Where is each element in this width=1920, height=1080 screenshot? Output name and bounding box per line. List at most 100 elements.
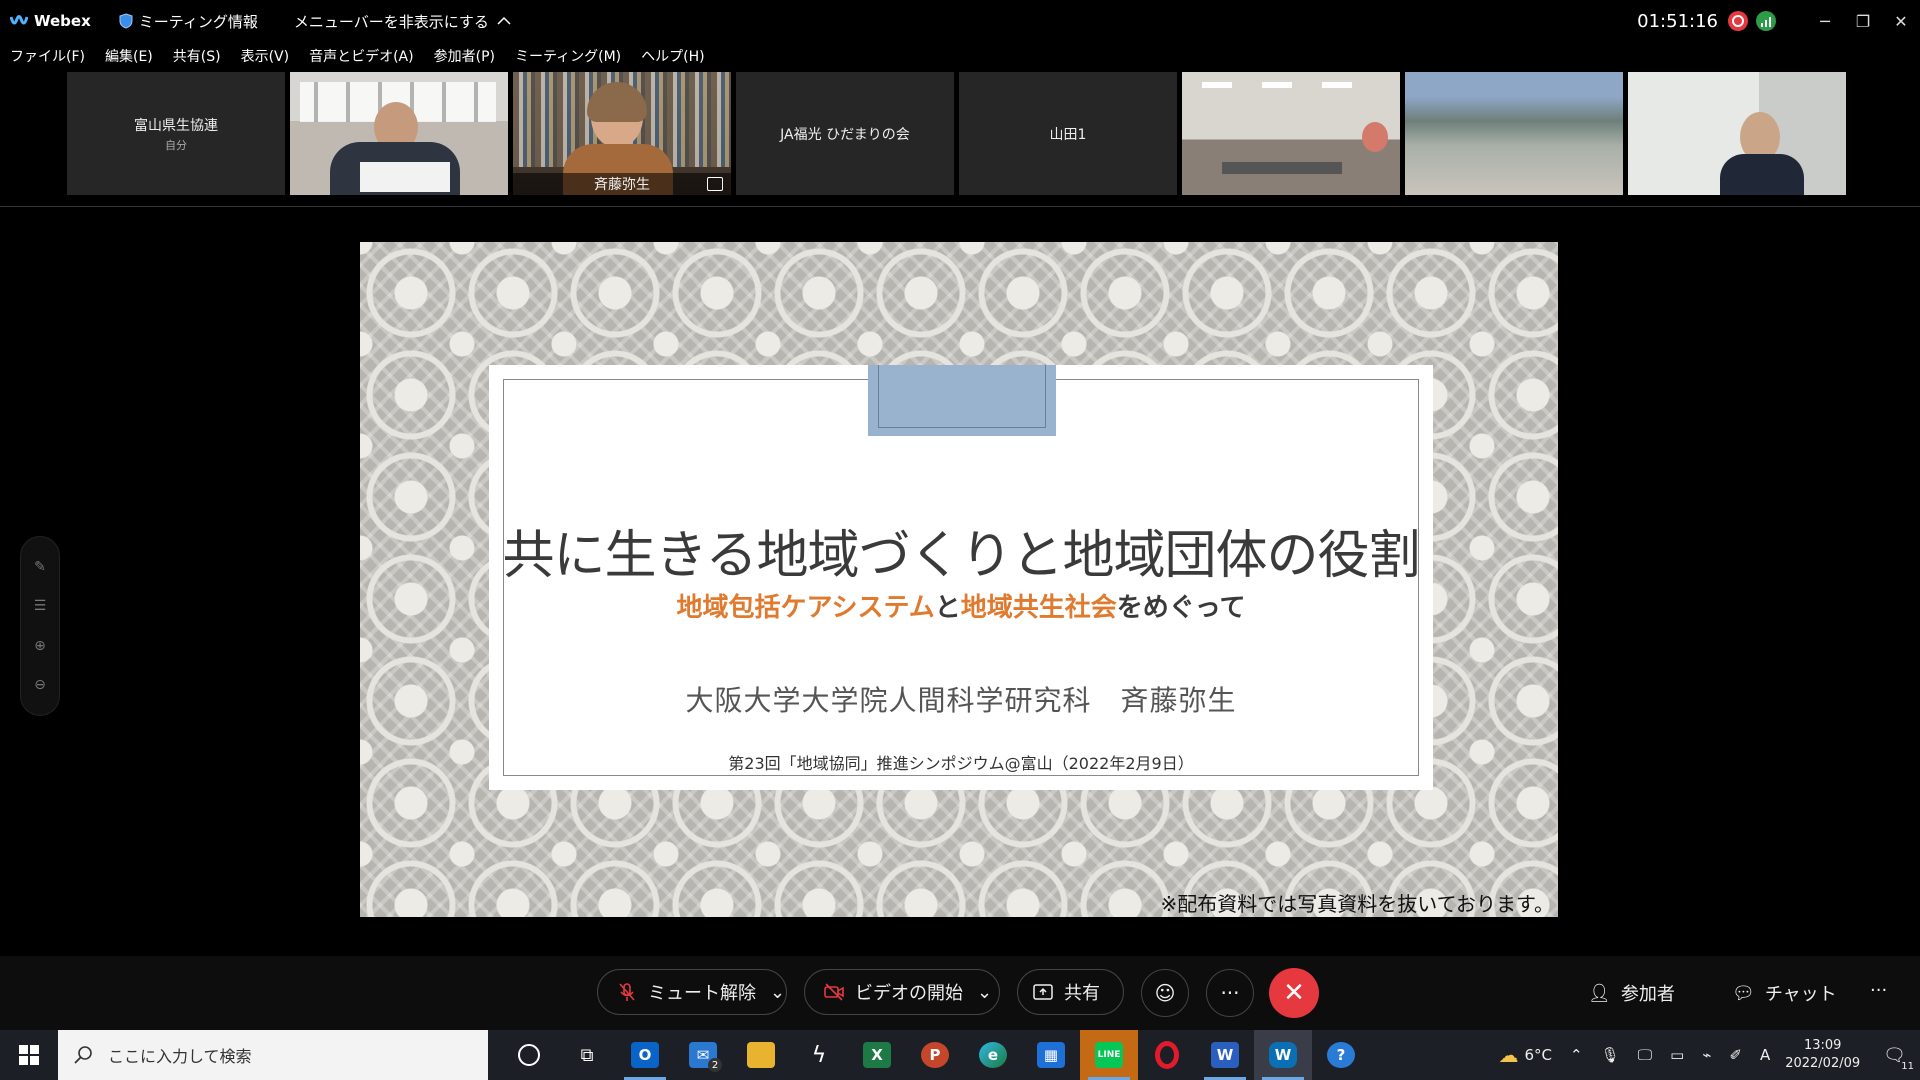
hide-menubar-button[interactable]: メニューバーを非表示にする xyxy=(294,11,511,32)
edge-app[interactable]: e xyxy=(964,1030,1022,1080)
meeting-info-label: ミーティング情報 xyxy=(138,12,258,31)
word-app[interactable]: W xyxy=(1196,1030,1254,1080)
webex-logo-icon xyxy=(10,15,28,25)
mail-app[interactable]: ✉ 2 xyxy=(674,1030,732,1080)
chevron-up-icon xyxy=(497,16,511,25)
shield-icon xyxy=(119,13,133,29)
cloud-sun-icon: ☁ xyxy=(1498,1043,1519,1067)
smiley-icon: ☺ xyxy=(1154,981,1176,1005)
close-icon: ✕ xyxy=(1283,978,1305,1008)
pen-icon[interactable]: ✐ xyxy=(1729,1046,1742,1064)
menu-file[interactable]: ファイル(F) xyxy=(10,46,85,68)
annotation-toolbar: ✎ ☰ ⊕ ⊖ xyxy=(20,536,60,716)
webex-app[interactable]: W xyxy=(1254,1030,1312,1080)
chat-bubble-icon: 💬︎ xyxy=(1732,982,1755,1004)
app-name: Webex xyxy=(34,12,91,30)
minimize-icon[interactable]: ─ xyxy=(1806,5,1844,37)
participant-tile[interactable]: JA福光 ひだまりの会 xyxy=(736,72,954,195)
meeting-info-button[interactable]: ミーティング情報 xyxy=(119,11,258,32)
recording-icon[interactable] xyxy=(1728,11,1748,31)
excel-app[interactable]: X xyxy=(848,1030,906,1080)
zoom-in-icon[interactable]: ⊕ xyxy=(32,638,48,654)
menu-bar: ファイル(F) 編集(E) 共有(S) 表示(V) 音声とビデオ(A) 参加者(… xyxy=(0,46,715,68)
participant-tile[interactable]: 山田1 xyxy=(959,72,1177,195)
video-feed xyxy=(1628,72,1846,195)
chevron-up-icon[interactable]: ⌃ xyxy=(1570,1046,1583,1064)
shared-content-stage: 共に生きる地域づくりと地域団体の役割 地域包括ケアシステムと地域共生社会をめぐっ… xyxy=(0,206,1920,954)
participant-name: 斉藤弥生 xyxy=(594,177,650,193)
calendar-icon: ▦ xyxy=(1037,1042,1065,1068)
participant-video-tile[interactable] xyxy=(1405,72,1623,195)
powerpoint-app[interactable]: P xyxy=(906,1030,964,1080)
title-bar: Webex ミーティング情報 メニューバーを非表示にする 01:51:16 ─ … xyxy=(0,0,1920,42)
share-button[interactable]: 共有 xyxy=(1017,969,1124,1015)
battery-icon[interactable]: ▭ xyxy=(1670,1046,1684,1064)
menu-share[interactable]: 共有(S) xyxy=(173,46,221,68)
display-icon[interactable]: 🖵 xyxy=(1638,1046,1652,1064)
menu-participants[interactable]: 参加者(P) xyxy=(434,46,495,68)
menu-view[interactable]: 表示(V) xyxy=(241,46,290,68)
weather-temp: 6°C xyxy=(1524,1046,1553,1064)
calendar-app[interactable]: ▦ xyxy=(1022,1030,1080,1080)
remote-control-icon[interactable]: ☰ xyxy=(32,598,48,614)
more-options-button[interactable]: ··· xyxy=(1206,969,1254,1017)
line-icon: LINE xyxy=(1095,1042,1123,1068)
webex-icon: W xyxy=(1269,1042,1297,1068)
start-button[interactable] xyxy=(0,1030,58,1080)
start-video-button[interactable]: ビデオの開始 ⌄ xyxy=(804,969,1000,1015)
annotate-icon[interactable]: ✎ xyxy=(32,559,48,575)
chat-panel-button[interactable]: 💬︎ チャット xyxy=(1732,980,1837,1006)
participant-tile[interactable]: 富山県生協連 自分 xyxy=(67,72,285,195)
task-view-button[interactable]: ⧉ xyxy=(558,1030,616,1080)
reactions-button[interactable]: ☺ xyxy=(1141,969,1189,1017)
menu-edit[interactable]: 編集(E) xyxy=(105,46,153,68)
opera-app[interactable] xyxy=(1138,1030,1196,1080)
notification-center[interactable]: 🗨︎ 11 xyxy=(1883,1045,1914,1072)
help-app[interactable]: ? xyxy=(1312,1030,1370,1080)
cortana-button[interactable] xyxy=(500,1030,558,1080)
folder-icon xyxy=(747,1042,775,1068)
microphone-icon[interactable]: 🎙︎ xyxy=(1601,1046,1620,1064)
subtitle-tail: をめぐって xyxy=(1116,593,1246,623)
outlook-app[interactable]: O xyxy=(616,1030,674,1080)
participant-video-tile[interactable] xyxy=(1182,72,1400,195)
participant-video-tile-active[interactable]: 斉藤弥生 xyxy=(513,72,731,195)
restore-icon[interactable]: ❐ xyxy=(1844,5,1882,37)
task-view-icon: ⧉ xyxy=(580,1044,594,1066)
network-icon[interactable]: ⌁ xyxy=(1702,1046,1711,1064)
ime-indicator[interactable]: A xyxy=(1760,1046,1770,1064)
help-icon: ? xyxy=(1327,1042,1355,1068)
participant-video-tile[interactable] xyxy=(290,72,508,195)
line-app[interactable]: LINE xyxy=(1080,1030,1138,1080)
chevron-down-icon[interactable]: ⌄ xyxy=(770,982,785,1003)
menu-help[interactable]: ヘルプ(H) xyxy=(641,46,704,68)
zoom-out-icon[interactable]: ⊖ xyxy=(32,677,48,693)
file-explorer-app[interactable] xyxy=(732,1030,790,1080)
clock-time: 13:09 xyxy=(1803,1038,1842,1053)
participant-video-tile[interactable] xyxy=(1628,72,1846,195)
app-logo: Webex xyxy=(10,12,91,30)
video-feed xyxy=(1405,72,1623,195)
taskbar-clock[interactable]: 13:09 2022/02/09 xyxy=(1785,1037,1860,1073)
participant-name: 山田1 xyxy=(1049,126,1087,143)
cortana-icon xyxy=(518,1044,540,1066)
meeting-controls: ミュート解除 ⌄ ビデオの開始 ⌄ 共有 ☺ ··· ✕ 👤︎ 参加者 💬︎ チ… xyxy=(0,956,1920,1030)
video-off-icon xyxy=(824,983,844,1001)
lightning-icon: ϟ xyxy=(811,1042,827,1068)
menu-meeting[interactable]: ミーティング(M) xyxy=(515,46,621,68)
chevron-down-icon[interactable]: ⌄ xyxy=(977,982,992,1003)
power-automate-app[interactable]: ϟ xyxy=(790,1030,848,1080)
video-feed xyxy=(290,72,508,195)
panel-more-button[interactable]: ··· xyxy=(1870,980,1887,1001)
close-icon[interactable]: ✕ xyxy=(1882,5,1920,37)
network-quality-icon[interactable] xyxy=(1756,11,1776,31)
slide-author: 大阪大学大学院人間科学研究科 斉藤弥生 xyxy=(685,684,1237,717)
weather-widget[interactable]: ☁ 6°C xyxy=(1499,1043,1553,1067)
leave-meeting-button[interactable]: ✕ xyxy=(1269,968,1319,1018)
menu-audio-video[interactable]: 音声とビデオ(A) xyxy=(309,46,414,68)
taskbar-search[interactable]: ここに入力して検索 xyxy=(58,1030,488,1080)
participant-name: 富山県生協連 xyxy=(134,117,218,134)
windows-logo-icon xyxy=(19,1045,39,1065)
participants-panel-button[interactable]: 👤︎ 参加者 xyxy=(1588,980,1675,1006)
unmute-button[interactable]: ミュート解除 ⌄ xyxy=(597,969,787,1015)
